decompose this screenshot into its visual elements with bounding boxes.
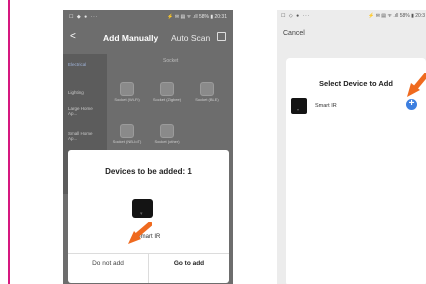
- socket-icon: [120, 82, 134, 96]
- sidebar-item-small-home-appliances[interactable]: Small Home Ap...: [68, 131, 98, 142]
- status-bar: ☐ ◆ ● ··· ⚡ ✉ ▤ ᯤ .ıll 58% ▮ 20:31: [63, 10, 233, 24]
- pointer-arrow-icon: [407, 73, 426, 97]
- status-icons-left: ☐ ◇ ● ···: [281, 13, 311, 19]
- sidebar-item-lighting[interactable]: Lighting: [68, 90, 84, 95]
- do-not-add-button[interactable]: Do not add: [68, 260, 148, 267]
- device-label: Socket (other): [154, 139, 180, 144]
- tab-add-manually[interactable]: Add Manually: [103, 33, 158, 43]
- status-bar: ☐ ◇ ● ··· ⚡ ✉ ▤ ᯤ .ıll 58% ▮ 20:3: [277, 10, 426, 22]
- header: < Add Manually Auto Scan: [63, 28, 233, 48]
- socket-icon: [200, 82, 214, 96]
- device-item[interactable]: Socket (BLE): [190, 82, 224, 103]
- page: ☐ ◆ ● ··· ⚡ ✉ ▤ ᯤ .ıll 58% ▮ 20:31 < Add…: [0, 0, 426, 284]
- phone-screen-select-device: ☐ ◇ ● ··· ⚡ ✉ ▤ ᯤ .ıll 58% ▮ 20:3 Cancel…: [277, 10, 426, 284]
- accent-bar: [8, 0, 10, 284]
- socket-icon: [160, 124, 174, 138]
- socket-icon: [120, 124, 134, 138]
- add-device-button[interactable]: +: [406, 99, 417, 110]
- section-label: Socket: [163, 58, 179, 64]
- smart-ir-device-icon: ▾: [291, 98, 307, 114]
- cancel-button[interactable]: Cancel: [283, 30, 305, 37]
- smart-ir-device-icon: ▾: [132, 199, 153, 218]
- status-icons-right: ⚡ ✉ ▤ ᯤ .ıll 58% ▮ 20:3: [368, 13, 425, 19]
- socket-icon: [160, 82, 174, 96]
- device-item[interactable]: Socket (Wi-Fi): [110, 82, 144, 103]
- go-to-add-button[interactable]: Go to add: [149, 260, 229, 267]
- device-label: Socket (Zigbee): [152, 97, 182, 102]
- device-item[interactable]: Socket (NB-IoT): [110, 124, 144, 145]
- device-label: Socket (NB-IoT): [112, 139, 142, 144]
- device-label: Socket (BLE): [195, 97, 219, 102]
- status-icons-right: ⚡ ✉ ▤ ᯤ .ıll 58% ▮ 20:31: [167, 14, 227, 20]
- tab-auto-scan[interactable]: Auto Scan: [171, 33, 210, 43]
- pointer-arrow-icon: [128, 222, 152, 244]
- device-name: Smart IR: [315, 103, 337, 109]
- devices-to-add-sheet: Devices to be added: 1 ▾ Smart IR Do not…: [68, 150, 229, 283]
- divider: [148, 253, 149, 283]
- device-label: Socket (Wi-Fi): [114, 97, 140, 102]
- back-arrow-icon[interactable]: <: [70, 31, 76, 42]
- sidebar-item-large-home-appliances[interactable]: Large Home Ap...: [68, 106, 98, 117]
- scan-icon[interactable]: [217, 32, 226, 41]
- device-item[interactable]: Socket (Zigbee): [150, 82, 184, 103]
- sheet-title: Devices to be added: 1: [105, 167, 192, 176]
- status-icons-left: ☐ ◆ ● ···: [69, 14, 99, 20]
- sidebar-item-electrical[interactable]: Electrical: [68, 62, 86, 67]
- device-item[interactable]: Socket (other): [150, 124, 184, 145]
